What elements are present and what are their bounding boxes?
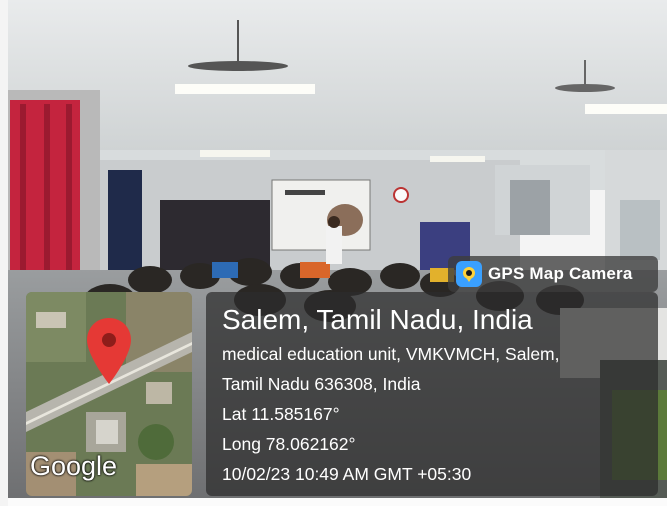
address-line-2: Tamil Nadu 636308, India (222, 374, 421, 394)
latitude: Lat 11.585167° (222, 404, 340, 424)
location-title: Salem, Tamil Nadu, India (222, 304, 533, 335)
photo-frame: GPS Map Camera Google Salem, Tamil Nadu,… (0, 0, 667, 506)
wall-clock (393, 187, 409, 203)
ceiling-light (175, 84, 315, 94)
location-info-panel: Salem, Tamil Nadu, India medical educati… (206, 292, 658, 496)
location-pin-icon (87, 318, 131, 384)
google-logo: Google (30, 451, 118, 481)
camera-pin-icon (456, 261, 482, 287)
longitude: Long 78.062162° (222, 434, 356, 454)
window (108, 170, 142, 270)
map-thumbnail: Google (26, 292, 192, 496)
ceiling-light (585, 104, 667, 114)
address-line-1: medical education unit, VMKVMCH, Salem, (222, 344, 560, 364)
gps-map-camera-badge: GPS Map Camera (448, 256, 658, 292)
datetime: 10/02/23 10:49 AM GMT +05:30 (222, 464, 472, 484)
presenter (326, 226, 342, 264)
badge-label: GPS Map Camera (488, 264, 633, 283)
